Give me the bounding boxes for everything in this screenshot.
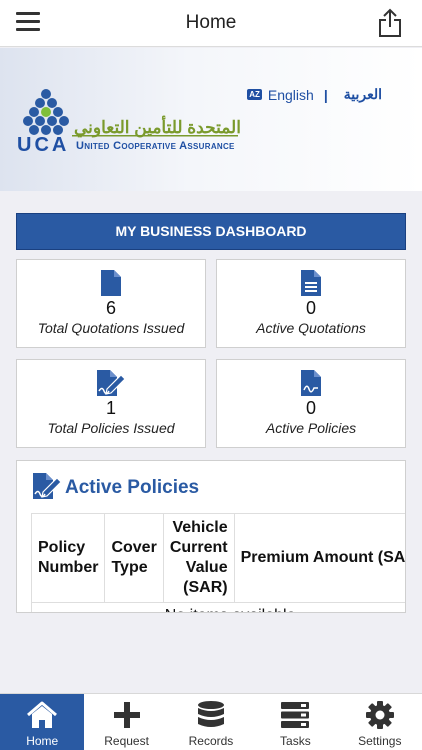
tab-label: Home [26, 734, 59, 748]
card-value: 0 [305, 398, 316, 418]
tab-label: Records [188, 734, 234, 748]
english-link[interactable]: English [268, 87, 314, 103]
gear-icon [365, 701, 394, 729]
card-label: Total Policies Issued [47, 420, 175, 436]
column-header[interactable]: Premium Amount (SAR) [233, 513, 405, 603]
tab-tasks[interactable]: Tasks [253, 694, 337, 750]
tab-home[interactable]: Home [0, 694, 85, 750]
logo-arabic-text: المتحدة للتأمين التعاوني [74, 118, 241, 137]
card-value: 6 [105, 298, 116, 318]
card-label: Active Policies [265, 420, 357, 436]
document-lines-icon [301, 270, 321, 296]
plus-icon [113, 702, 140, 728]
signature-document-icon [301, 370, 321, 396]
tab-settings[interactable]: Settings [338, 694, 422, 750]
database-icon [197, 701, 224, 727]
active-policies-title: Active Policies [65, 477, 200, 498]
column-header[interactable]: Vehicle Current Value (SAR) [162, 513, 235, 603]
card-label: Total Quotations Issued [37, 320, 185, 336]
card-value: 1 [105, 398, 116, 418]
logo-short-text: UCA [17, 134, 70, 156]
bottom-tab-bar: Home Request Records Tasks Settings [0, 693, 422, 750]
top-bar: Home [0, 0, 422, 47]
dashboard-title: MY BUSINESS DASHBOARD [16, 213, 406, 250]
brand-banner: AZ English | العربية المتحدة للتأمين الت… [0, 48, 422, 191]
share-icon[interactable] [378, 8, 402, 38]
language-separator: | [323, 86, 328, 103]
card-total-policies[interactable]: 1 Total Policies Issued [16, 359, 206, 448]
card-label: Active Quotations [256, 320, 366, 336]
tab-label: Request [104, 734, 149, 748]
tab-request[interactable]: Request [84, 694, 168, 750]
card-active-quotations[interactable]: 0 Active Quotations [216, 259, 406, 348]
logo-english-text: United Cooperative Assurance [76, 140, 235, 152]
language-icon: AZ [247, 89, 262, 100]
signed-document-icon [97, 370, 126, 396]
home-icon [27, 701, 58, 728]
tab-label: Tasks [280, 734, 311, 748]
tasks-icon [281, 702, 310, 728]
active-policies-panel: Active Policies Policy Number Cover Type… [16, 460, 406, 613]
signed-document-icon [33, 473, 62, 499]
page-title: Home [185, 12, 237, 33]
card-total-quotations[interactable]: 6 Total Quotations Issued [16, 259, 206, 348]
arabic-link[interactable]: العربية [344, 86, 382, 103]
column-header[interactable]: Cover Type [104, 513, 164, 603]
card-active-policies[interactable]: 0 Active Policies [216, 359, 406, 448]
document-icon [101, 270, 121, 296]
tab-label: Settings [358, 734, 402, 748]
tab-records[interactable]: Records [169, 694, 253, 750]
language-switcher: AZ English | العربية [247, 86, 382, 103]
column-header[interactable]: Policy Number [30, 513, 106, 603]
policies-table[interactable]: Policy Number Cover Type Vehicle Current… [30, 513, 405, 612]
card-value: 0 [305, 298, 316, 318]
empty-row: No items available [30, 602, 405, 612]
